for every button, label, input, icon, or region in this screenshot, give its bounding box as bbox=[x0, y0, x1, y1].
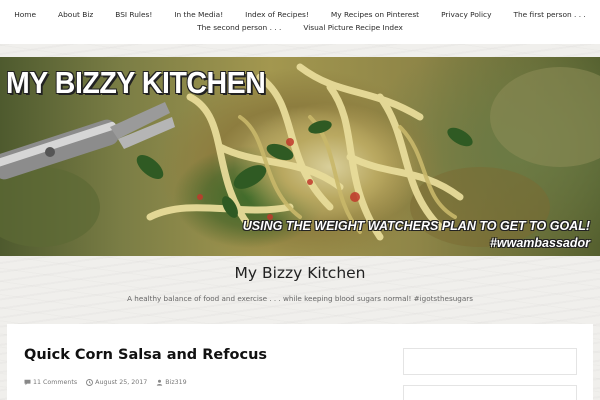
post-date-label: August 25, 2017 bbox=[95, 379, 148, 386]
nav-link-bsi-rules[interactable]: BSI Rules! bbox=[115, 9, 152, 20]
user-icon bbox=[156, 379, 163, 386]
post-meta: 11 Comments August 25, 2017 Biz319 bbox=[24, 379, 196, 386]
nav-row-2: The second person . . . Visual Picture R… bbox=[0, 22, 600, 33]
post-comments[interactable]: 11 Comments bbox=[24, 379, 77, 386]
sidebar-widget-2 bbox=[403, 385, 577, 400]
nav-link-recipes-pinterest[interactable]: My Recipes on Pinterest bbox=[331, 9, 419, 20]
nav-link-first-person[interactable]: The first person . . . bbox=[513, 9, 585, 20]
post-title[interactable]: Quick Corn Salsa and Refocus bbox=[24, 347, 267, 363]
nav-link-index-of-recipes[interactable]: Index of Recipes! bbox=[245, 9, 309, 20]
nav-link-visual-recipe-index[interactable]: Visual Picture Recipe Index bbox=[303, 22, 403, 33]
nav-link-second-person[interactable]: The second person . . . bbox=[197, 22, 281, 33]
nav-link-home[interactable]: Home bbox=[14, 9, 36, 20]
site-title[interactable]: My Bizzy Kitchen bbox=[0, 264, 600, 282]
post-author-label: Biz319 bbox=[165, 379, 187, 386]
nav-link-privacy-policy[interactable]: Privacy Policy bbox=[441, 9, 491, 20]
post-date[interactable]: August 25, 2017 bbox=[86, 379, 147, 386]
site-description: A healthy balance of food and exercise .… bbox=[127, 294, 473, 303]
comment-icon bbox=[24, 379, 31, 386]
banner-title: MY BIZZY KITCHEN bbox=[6, 65, 266, 100]
nav-link-in-the-media[interactable]: In the Media! bbox=[174, 9, 223, 20]
post-comments-label: 11 Comments bbox=[33, 379, 78, 386]
banner-slogan: USING THE WEIGHT WATCHERS PLAN TO GET TO… bbox=[242, 219, 590, 233]
clock-icon bbox=[86, 379, 94, 386]
top-navigation: Home About Biz BSI Rules! In the Media! … bbox=[0, 0, 600, 44]
nav-link-about-biz[interactable]: About Biz bbox=[58, 9, 93, 20]
banner-hashtag: #wwambassador bbox=[489, 236, 590, 250]
post-author[interactable]: Biz319 bbox=[156, 379, 187, 386]
sidebar-widget-1 bbox=[403, 348, 577, 375]
nav-row-1: Home About Biz BSI Rules! In the Media! … bbox=[0, 9, 600, 20]
